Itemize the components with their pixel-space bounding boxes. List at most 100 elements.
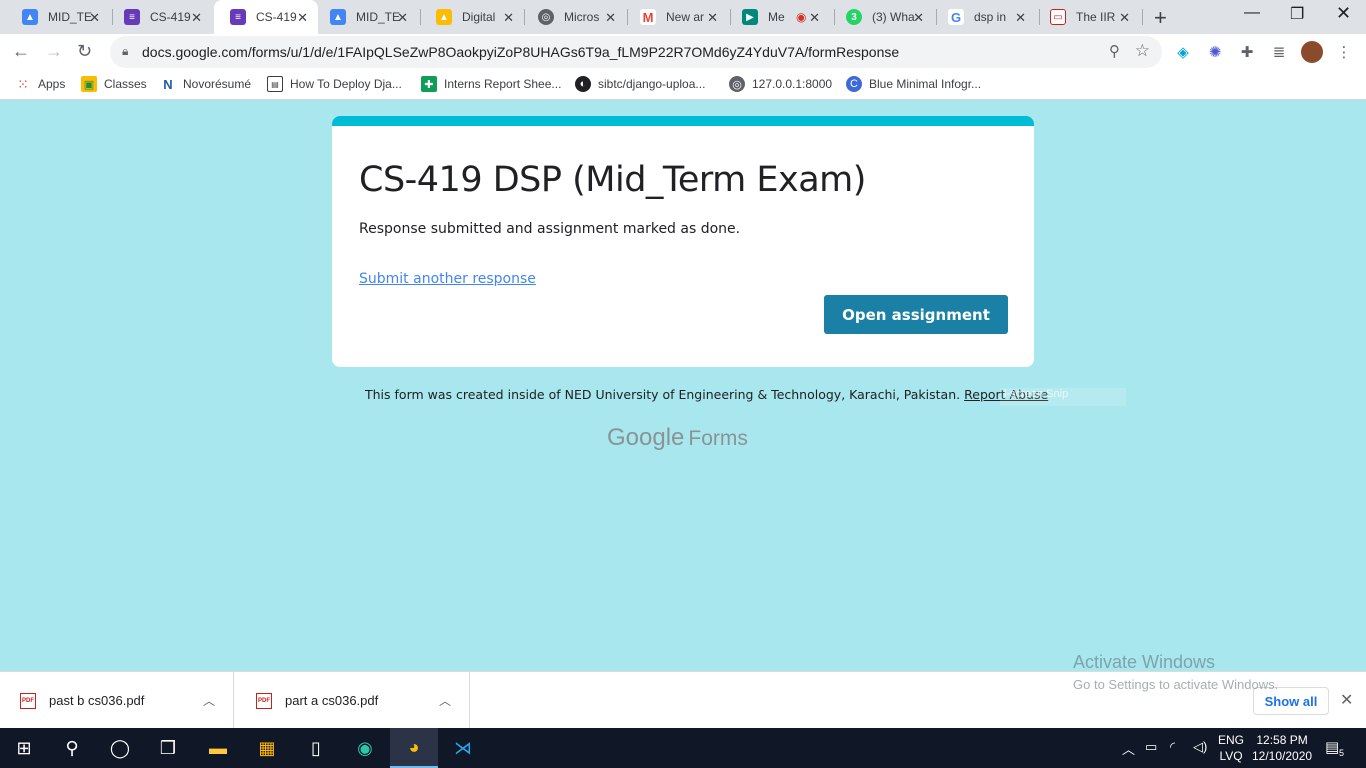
volume-icon[interactable]: ◁) [1193,739,1207,755]
extensions-puzzle-icon[interactable]: ✚ [1237,42,1257,62]
google-icon: G [948,9,964,25]
extension-snowflake-icon[interactable]: ✺ [1205,42,1225,62]
chevron-up-icon[interactable]: ︿ [203,692,215,709]
vscode-icon[interactable]: ⋊ [439,728,487,768]
close-icon[interactable]: ✕ [1015,10,1026,26]
edge-icon[interactable]: ◉ [341,728,389,768]
tab-title: CS-419 [150,10,191,24]
forms-person-icon: ▲ [22,9,38,25]
tab-dsp-search[interactable]: G dsp in ✕ [932,0,1036,34]
tab-divider [1142,9,1143,25]
close-icon[interactable]: ✕ [1119,10,1130,26]
restore-icon[interactable]: ❐ [1290,4,1304,24]
window-close-icon[interactable]: ✕ [1336,3,1351,24]
close-icon[interactable]: ✕ [191,10,202,26]
tab-title: MID_TE [48,10,93,24]
close-icon[interactable]: ✕ [89,10,100,26]
media-queue-icon[interactable]: ≣ [1269,42,1289,62]
url-text[interactable]: docs.google.com/forms/u/1/d/e/1FAIpQLSeZ… [142,44,899,60]
tab-cs419-active[interactable]: ≡ CS-419 ✕ [214,0,318,34]
bookmark-canva[interactable]: C Blue Minimal Infogr... [846,76,981,92]
search-icon[interactable]: ⚲ [48,728,96,768]
close-icon[interactable]: ✕ [397,10,408,26]
activate-windows-watermark: Activate Windows Go to Settings to activ… [1073,652,1278,692]
tab-whatsapp[interactable]: 3 (3) Wha ✕ [830,0,934,34]
language-indicator[interactable]: ENG LVQ [1218,732,1244,764]
bookmark-label: Blue Minimal Infogr... [869,77,982,91]
bookmark-novoresume[interactable]: N Novorésumé [160,76,251,92]
bookmark-deploy-django[interactable]: ▤ How To Deploy Dja... [267,76,402,92]
bookmark-github[interactable]: ◐ sibtc/django-uploa... [575,76,705,92]
tab-title: CS-419 [256,10,297,24]
tray-chevron-up-icon[interactable]: ︿ [1122,739,1135,758]
tab-title: The IIR [1076,10,1116,24]
task-view-icon[interactable]: ❒ [144,728,192,768]
windows-start-icon[interactable]: ⊞ [0,728,48,768]
bookmark-interns-report[interactable]: ✚ Interns Report Shee... [421,76,561,92]
google-forms-logo[interactable]: Google Forms [607,424,748,452]
store-icon[interactable]: ▦ [243,728,291,768]
file-explorer-icon[interactable]: ▬ [194,728,242,768]
extension-shield-icon[interactable]: ◈ [1173,42,1193,62]
download-filename: past b cs036.pdf [49,693,145,708]
battery-icon[interactable]: ▭ [1145,739,1157,755]
notifications-icon[interactable]: ▤ [1325,738,1339,756]
institution-note: This form was created inside of NED Univ… [365,387,961,402]
snip-overlay: l-screen Snip [1000,388,1126,406]
zoom-icon[interactable]: ⚲ [1109,42,1120,60]
tab-iir[interactable]: ▭ The IIR ✕ [1034,0,1140,34]
profile-avatar[interactable] [1301,41,1323,63]
close-icon[interactable]: ✕ [913,10,924,26]
close-icon[interactable]: ✕ [809,10,820,26]
menu-kebab-icon[interactable]: ⋮ [1334,42,1354,62]
browser-toolbar: ← → ↻ 🔒︎ docs.google.com/forms/u/1/d/e/1… [0,34,1366,70]
gmail-icon: M [640,9,656,25]
tab-title: New ar [666,10,705,24]
tab-mid-te-2[interactable]: ▲ MID_TE ✕ [314,0,418,34]
back-icon[interactable]: ← [12,41,30,62]
new-tab-icon[interactable]: + [1154,5,1167,31]
tab-mid-te-1[interactable]: ▲ MID_TE ✕ [6,0,110,34]
tab-gmail[interactable]: M New ar ✕ [624,0,728,34]
chrome-icon[interactable]: ◕ [390,728,438,768]
tab-meet[interactable]: ▶ Me ◉ ✕ [726,0,830,34]
tab-microsoft[interactable]: ◎ Micros ✕ [522,0,626,34]
minimize-icon[interactable]: — [1244,4,1260,22]
forms-wordmark: Forms [688,427,748,450]
close-icon[interactable]: ✕ [707,10,718,26]
bookmark-label: 127.0.0.1:8000 [752,77,833,91]
open-assignment-button[interactable]: Open assignment [824,295,1008,334]
close-icon[interactable]: ✕ [1340,690,1353,710]
cortana-icon[interactable]: ◯ [96,728,144,768]
bookmark-label: Interns Report Shee... [444,77,562,91]
download-item[interactable]: PDF part a cs036.pdf ︿ [236,672,470,729]
clock-time: 12:58 PM [1256,733,1308,747]
bookmark-label: sibtc/django-uploa... [598,77,706,91]
lock-icon[interactable]: 🔒︎ [122,44,128,59]
reload-icon[interactable]: ↻ [77,41,92,62]
google-wordmark: Google [607,424,685,451]
address-bar[interactable]: 🔒︎ docs.google.com/forms/u/1/d/e/1FAIpQL… [110,36,1162,68]
bookmark-apps[interactable]: ⁙ Apps [15,76,65,92]
close-icon[interactable]: ✕ [297,10,308,26]
form-footer-note: This form was created inside of NED Univ… [365,387,1048,402]
tab-strip: ▲ MID_TE ✕ ≡ CS-419 ✕ ≡ CS-419 ✕ ▲ MID_T… [0,0,1366,34]
pdf-icon: PDF [256,692,272,709]
download-item[interactable]: PDF past b cs036.pdf ︿ [0,672,234,729]
submit-another-response-link[interactable]: Submit another response [359,271,536,287]
github-icon: ◐ [575,76,591,92]
close-icon[interactable]: ✕ [503,10,514,26]
bookmark-localhost[interactable]: ◎ 127.0.0.1:8000 [729,76,832,92]
chevron-up-icon[interactable]: ︿ [439,692,451,709]
bookmark-classes[interactable]: ▣ Classes [81,76,147,92]
wifi-icon[interactable]: ◜ [1170,739,1175,755]
forward-icon[interactable]: → [45,41,63,62]
tab-digital[interactable]: ▲ Digital ✕ [420,0,524,34]
document-icon[interactable]: ▯ [292,728,340,768]
tab-title: Micros [564,10,600,24]
close-icon[interactable]: ✕ [605,10,616,26]
tab-cs419-1[interactable]: ≡ CS-419 ✕ [108,0,212,34]
bookmark-star-icon[interactable]: ☆ [1135,41,1150,61]
system-clock[interactable]: 12:58 PM 12/10/2020 [1252,732,1312,764]
page-icon: ▤ [267,76,283,92]
